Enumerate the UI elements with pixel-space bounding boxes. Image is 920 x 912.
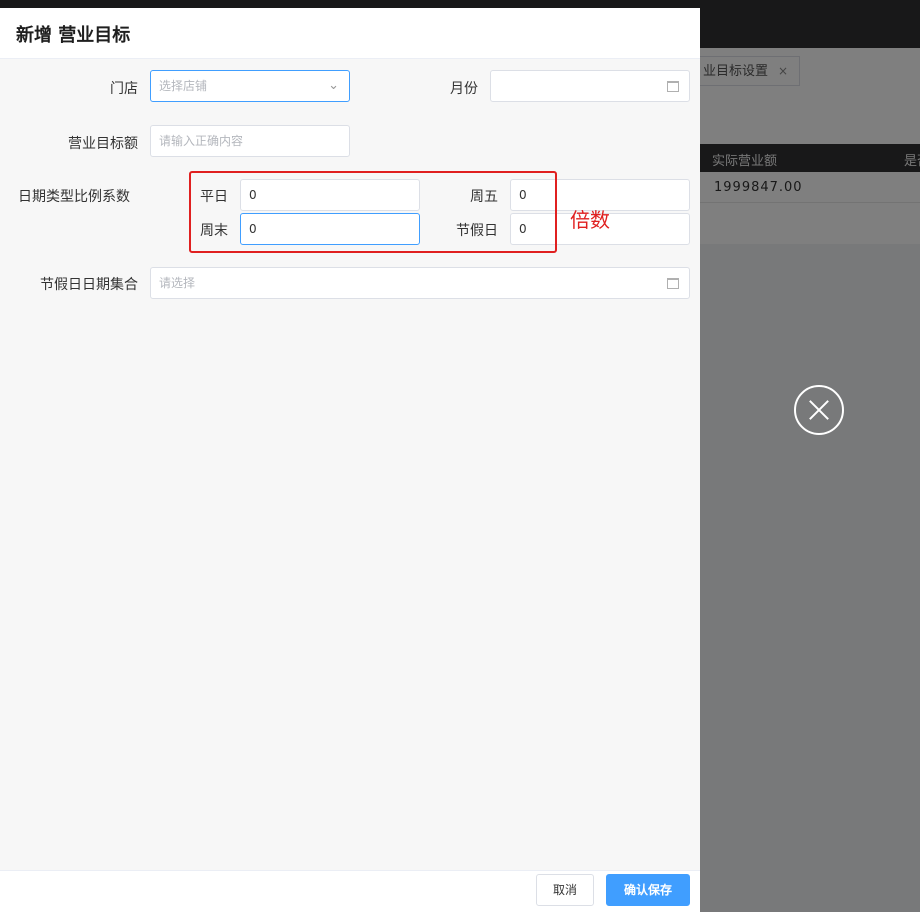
store-placeholder: 选择店铺 bbox=[159, 79, 208, 93]
target-amount-placeholder: 请输入正确内容 bbox=[159, 134, 244, 148]
store-label: 门店 bbox=[110, 81, 138, 97]
target-amount-label: 营业目标额 bbox=[68, 136, 138, 152]
month-picker[interactable] bbox=[490, 70, 690, 102]
holiday-dates-label: 节假日日期集合 bbox=[40, 277, 138, 293]
calendar-icon bbox=[667, 278, 679, 289]
add-target-drawer: 新增 营业目标 门店 选择店铺 ⌄ 月份 营业目标额 请输入正确内容 日期类型比… bbox=[0, 8, 700, 912]
target-amount-input[interactable]: 请输入正确内容 bbox=[150, 125, 350, 157]
month-label: 月份 bbox=[450, 81, 478, 97]
ratio-label: 日期类型比例系数 bbox=[18, 189, 130, 205]
chevron-down-icon: ⌄ bbox=[328, 78, 339, 93]
close-icon[interactable] bbox=[794, 385, 844, 435]
annotation-text: 倍数 bbox=[570, 208, 610, 232]
store-select[interactable]: 选择店铺 ⌄ bbox=[150, 70, 350, 102]
save-button[interactable]: 确认保存 bbox=[606, 874, 690, 906]
drawer-header: 新增 营业目标 bbox=[0, 8, 700, 59]
cancel-button[interactable]: 取消 bbox=[536, 874, 594, 906]
holiday-dates-placeholder: 请选择 bbox=[159, 276, 196, 290]
drawer-footer bbox=[0, 870, 700, 912]
annotation-box bbox=[189, 171, 557, 253]
drawer-title: 新增 营业目标 bbox=[16, 25, 131, 46]
holiday-dates-picker[interactable]: 请选择 bbox=[150, 267, 690, 299]
calendar-icon bbox=[667, 81, 679, 92]
